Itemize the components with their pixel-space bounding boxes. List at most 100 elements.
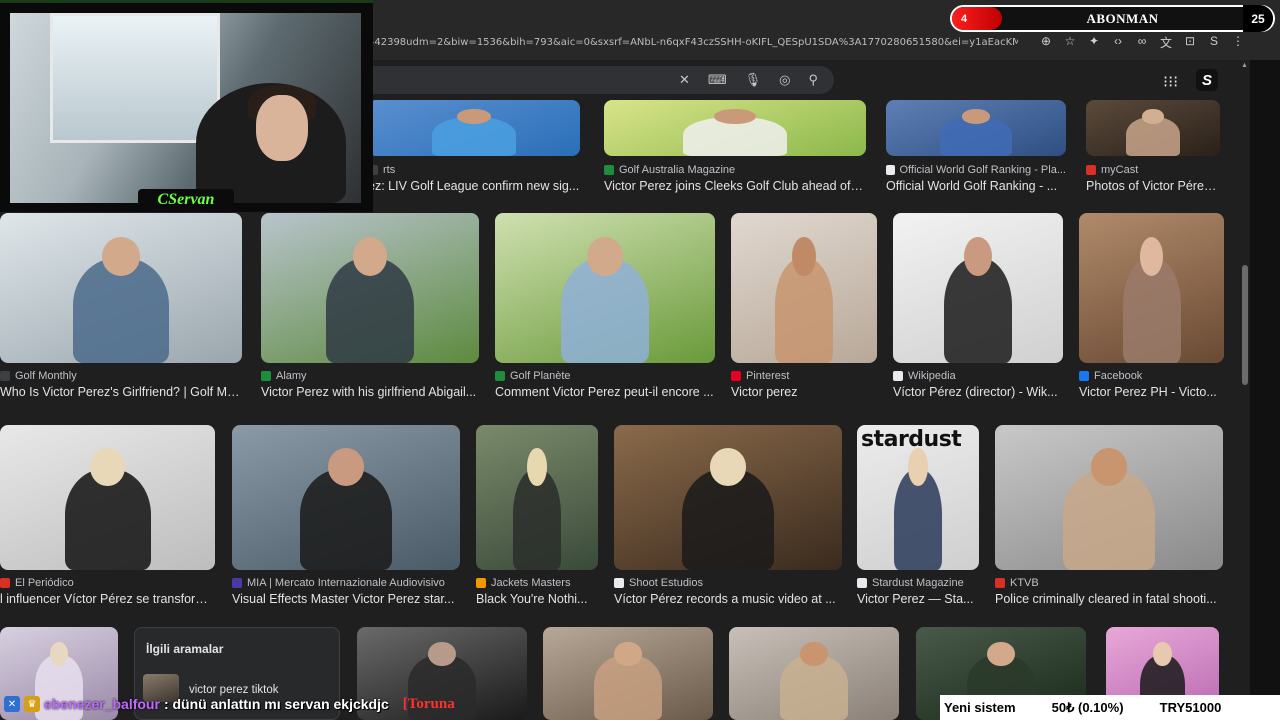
source-favicon-icon <box>886 165 895 175</box>
image-thumbnail[interactable] <box>614 425 842 570</box>
zoom-icon[interactable]: ⊕ <box>1040 34 1052 51</box>
image-thumbnail[interactable] <box>893 213 1063 363</box>
result-source[interactable]: myCast <box>1086 164 1220 176</box>
scrollbar-thumb[interactable] <box>1242 265 1248 385</box>
image-result-card[interactable] <box>543 627 713 720</box>
verified-badge-icon: ✕ <box>4 696 20 712</box>
screenshot-icon[interactable]: ⊡ <box>1184 34 1196 51</box>
devtools-icon[interactable]: ‹› <box>1112 34 1124 51</box>
result-title[interactable]: Victor Perez with his girlfriend Abigail… <box>261 385 479 399</box>
scrollbar[interactable] <box>1240 60 1250 720</box>
scroll-up-arrow-icon[interactable]: ▲ <box>1241 62 1248 69</box>
clear-icon[interactable]: ✕ <box>679 72 690 88</box>
result-source[interactable]: Stardust Magazine <box>857 577 979 589</box>
result-title[interactable]: Comment Victor Perez peut-il encore ... <box>495 385 715 399</box>
result-title[interactable]: Visual Effects Master Victor Perez star.… <box>232 592 460 606</box>
bookmark-star-icon[interactable]: ☆ <box>1064 34 1076 51</box>
image-result-card[interactable]: Jackets Masters Black You're Nothi... <box>476 425 598 610</box>
result-title[interactable]: Victor Perez joins Cleeks Golf Club ahea… <box>604 179 866 193</box>
image-result-card[interactable]: myCast Photos of Victor Pérez... <box>1086 100 1220 197</box>
result-title[interactable]: Black You're Nothi... <box>476 592 598 606</box>
magazine-masthead: stardust <box>861 427 962 452</box>
result-title[interactable]: Víctor Pérez (director) - Wik... <box>893 385 1063 399</box>
result-source[interactable]: Jackets Masters <box>476 577 598 589</box>
image-result-card[interactable]: Golf Monthly Who Is Victor Perez's Girlfr… <box>0 213 242 403</box>
link-icon[interactable]: ∞ <box>1136 34 1148 51</box>
result-source[interactable]: Wikipedia <box>893 370 1063 382</box>
url-text[interactable]: 442398udm=2&biw=1536&bih=793&aic=0&sxsrf… <box>368 37 1018 48</box>
image-thumbnail[interactable] <box>1086 100 1220 156</box>
image-result-card[interactable]: stardust Stardust Magazine Victor Perez — … <box>857 425 979 610</box>
source-favicon-icon <box>232 578 242 588</box>
search-icon[interactable]: ⚲ <box>808 72 818 88</box>
mic-icon[interactable]: 🎙 <box>745 72 762 88</box>
image-result-card[interactable] <box>729 627 899 720</box>
result-title[interactable]: l influencer Víctor Pérez se transform..… <box>0 592 215 606</box>
result-source[interactable]: KTVB <box>995 577 1223 589</box>
image-thumbnail[interactable] <box>995 425 1223 570</box>
image-result-card[interactable]: Alamy Victor Perez with his girlfriend Ab… <box>261 213 479 403</box>
result-source[interactable]: MIA | Mercato Internazionale Audiovisivo <box>232 577 460 589</box>
result-source[interactable]: Alamy <box>261 370 479 382</box>
image-thumbnail[interactable] <box>543 627 713 720</box>
search-box[interactable]: ✕ ⌨ 🎙 ◎ ⚲ <box>368 66 834 94</box>
image-thumbnail[interactable] <box>604 100 866 156</box>
result-source[interactable]: Official World Golf Ranking - Pla... <box>886 164 1066 176</box>
result-title[interactable]: Victor Perez PH - Victo... <box>1079 385 1224 399</box>
result-source[interactable]: Pinterest <box>731 370 877 382</box>
image-thumbnail[interactable] <box>731 213 877 363</box>
result-title[interactable]: ez: LIV Golf League confirm new sig... <box>368 179 580 193</box>
result-title[interactable]: Victor perez <box>731 385 877 399</box>
image-thumbnail[interactable] <box>0 213 242 363</box>
keyboard-icon[interactable]: ⌨ <box>708 72 727 88</box>
image-thumbnail[interactable] <box>1079 213 1224 363</box>
image-result-card[interactable]: MIA | Mercato Internazionale Audiovisivo… <box>232 425 460 610</box>
webcam-window-background <box>50 13 220 143</box>
image-thumbnail[interactable] <box>729 627 899 720</box>
result-source[interactable]: rts <box>368 164 580 176</box>
image-result-card[interactable]: Facebook Victor Perez PH - Victo... <box>1079 213 1224 403</box>
image-result-card[interactable]: Official World Golf Ranking - Pla... Offi… <box>886 100 1066 197</box>
image-result-card[interactable]: KTVB Police criminally cleared in fatal s… <box>995 425 1223 610</box>
result-title[interactable]: Police criminally cleared in fatal shoot… <box>995 592 1223 606</box>
image-result-card[interactable]: El Periódico l influencer Víctor Pérez se… <box>0 425 215 610</box>
result-source[interactable]: Facebook <box>1079 370 1224 382</box>
image-result-card[interactable]: Golf Australia Magazine Victor Perez join… <box>604 100 866 197</box>
image-result-card[interactable]: Wikipedia Víctor Pérez (director) - Wik..… <box>893 213 1063 403</box>
result-source[interactable]: Golf Planète <box>495 370 715 382</box>
chat-message: ✕ ♛ ebenezer_balfour : dünü anlattın mı … <box>4 693 455 715</box>
address-bar[interactable]: 442398udm=2&biw=1536&bih=793&aic=0&sxsrf… <box>368 30 1254 54</box>
thumbnail-subject-head <box>90 448 125 486</box>
image-thumbnail[interactable] <box>261 213 479 363</box>
image-thumbnail[interactable] <box>886 100 1066 156</box>
image-thumbnail[interactable] <box>0 425 215 570</box>
translate-icon[interactable]: 文 <box>1160 34 1172 51</box>
result-title[interactable]: Photos of Victor Pérez... <box>1086 179 1220 193</box>
thumbnail-subject-head <box>709 448 747 486</box>
result-source[interactable]: El Periódico <box>0 577 215 589</box>
lens-icon[interactable]: ◎ <box>779 72 790 88</box>
image-thumbnail[interactable] <box>232 425 460 570</box>
extension-s-icon[interactable]: S <box>1208 34 1220 51</box>
image-thumbnail[interactable] <box>495 213 715 363</box>
image-thumbnail[interactable]: stardust <box>857 425 979 570</box>
result-title[interactable]: Who Is Victor Perez's Girlfriend? | Golf… <box>0 385 242 399</box>
result-title[interactable]: Official World Golf Ranking - ... <box>886 179 1066 193</box>
profile-s-icon[interactable]: S <box>1196 69 1218 91</box>
apps-grid-icon[interactable]: ⁝⁝⁝ <box>1163 72 1178 92</box>
image-thumbnail[interactable] <box>476 425 598 570</box>
result-title[interactable]: Victor Perez — Sta... <box>857 592 979 606</box>
image-result-card[interactable]: Pinterest Victor perez <box>731 213 877 403</box>
result-source[interactable]: Golf Australia Magazine <box>604 164 866 176</box>
image-result-card[interactable]: Shoot Estudios Víctor Pérez records a mus… <box>614 425 842 610</box>
result-source[interactable]: Shoot Estudios <box>614 577 842 589</box>
source-name: Golf Planète <box>510 370 571 382</box>
image-thumbnail[interactable] <box>368 100 580 156</box>
result-title[interactable]: Víctor Pérez records a music video at ..… <box>614 592 842 606</box>
image-result-card[interactable]: Golf Planète Comment Victor Perez peut-il… <box>495 213 715 403</box>
image-result-card[interactable]: rts ez: LIV Golf League confirm new sig..… <box>368 100 580 197</box>
extensions-icon[interactable]: ✦ <box>1088 34 1100 51</box>
menu-kebab-icon[interactable]: ⋮ <box>1232 34 1244 51</box>
result-source[interactable]: Golf Monthly <box>0 370 242 382</box>
thumbnail-subject-head <box>1142 108 1164 124</box>
